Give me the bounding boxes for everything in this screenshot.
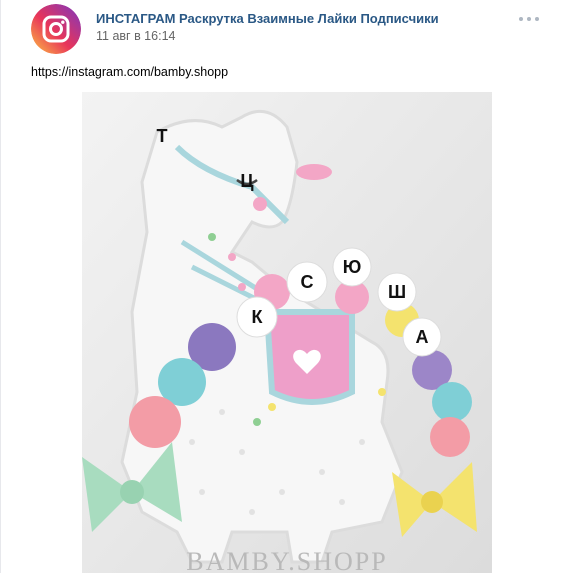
bead-letter: Т (157, 126, 168, 146)
bead-letter: Ю (343, 257, 362, 277)
llama-teether-image: К С Ю Ш А Т Ц BAMBY.SHOPP (82, 92, 492, 573)
instagram-logo-icon (31, 4, 81, 54)
bead-letter: Ц (240, 171, 254, 191)
post-text[interactable]: https://instagram.com/bamby.shopp (31, 65, 228, 79)
post-date[interactable]: 11 авг в 16:14 (96, 29, 175, 43)
bead-letter: К (252, 307, 264, 327)
photo-watermark: BAMBY.SHOPP (186, 547, 387, 573)
avatar[interactable] (31, 4, 81, 54)
post-photo[interactable]: К С Ю Ш А Т Ц BAMBY.SHOPP (82, 92, 492, 573)
bead-letter: Ш (388, 282, 406, 302)
wall-post: ИНСТАГРАМ Раскрутка Взаимные Лайки Подпи… (0, 0, 571, 573)
menu-dot (519, 17, 523, 21)
more-options-icon[interactable] (519, 16, 541, 22)
menu-dot (535, 17, 539, 21)
bead-letter: С (301, 272, 314, 292)
bead-letter: А (416, 327, 429, 347)
post-author-link[interactable]: ИНСТАГРАМ Раскрутка Взаимные Лайки Подпи… (96, 11, 439, 26)
menu-dot (527, 17, 531, 21)
